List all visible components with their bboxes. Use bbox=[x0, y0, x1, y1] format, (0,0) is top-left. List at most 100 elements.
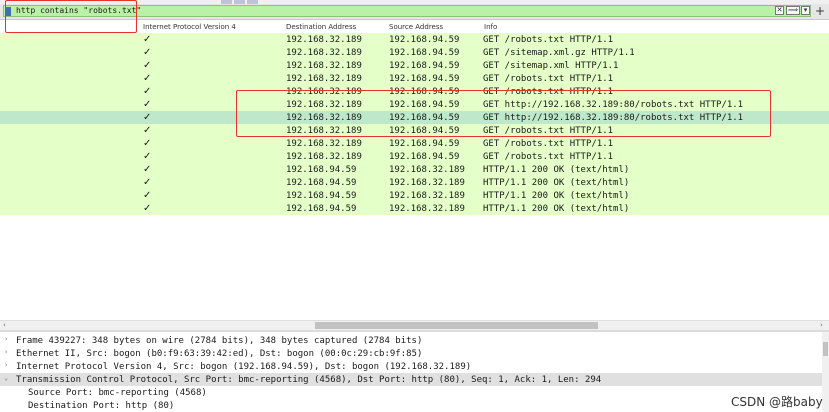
packet-row[interactable]: ✓ 192.168.32.189 192.168.94.59 GET /robots.… bbox=[0, 33, 829, 46]
destination-cell: 192.168.32.189 bbox=[286, 113, 362, 123]
check-icon: ✓ bbox=[143, 34, 152, 45]
detail-text: Ethernet II, Src: bogon (b0:f9:63:39:42:… bbox=[16, 349, 423, 359]
clear-filter-button[interactable]: ✕ bbox=[775, 6, 784, 15]
source-cell: 192.168.94.59 bbox=[389, 100, 460, 110]
watermark: CSDN @路baby bbox=[731, 395, 823, 409]
destination-cell: 192.168.32.189 bbox=[286, 61, 362, 71]
source-cell: 192.168.32.189 bbox=[389, 178, 465, 188]
destination-cell: 192.168.94.59 bbox=[286, 165, 357, 175]
detail-text: Source Port: bmc-reporting (4568) bbox=[28, 388, 207, 398]
info-cell: HTTP/1.1 200 OK (text/html) bbox=[483, 178, 630, 188]
scrollbar-thumb[interactable] bbox=[315, 322, 598, 329]
packet-row[interactable]: ✓ 192.168.32.189 192.168.94.59 GET /sitemap… bbox=[0, 46, 829, 59]
detail-text: Internet Protocol Version 4, Src: bogon … bbox=[16, 362, 472, 372]
source-cell: 192.168.94.59 bbox=[389, 48, 460, 58]
destination-cell: 192.168.32.189 bbox=[286, 126, 362, 136]
detail-text: Frame 439227: 348 bytes on wire (2784 bi… bbox=[16, 336, 423, 346]
check-icon: ✓ bbox=[143, 177, 152, 188]
chevron-right-icon[interactable]: › bbox=[4, 361, 8, 369]
check-icon: ✓ bbox=[143, 99, 152, 110]
info-cell: GET /robots.txt HTTP/1.1 bbox=[483, 126, 614, 136]
check-icon: ✓ bbox=[143, 112, 152, 123]
destination-cell: 192.168.32.189 bbox=[286, 35, 362, 45]
display-filter-input[interactable]: http contains "robots.txt" bbox=[3, 5, 811, 17]
packet-row[interactable]: ✓ 192.168.32.189 192.168.94.59 GET http://1… bbox=[0, 98, 829, 111]
chevron-down-icon: ▾ bbox=[803, 6, 808, 14]
source-cell: 192.168.94.59 bbox=[389, 126, 460, 136]
filter-text: http contains "robots.txt" bbox=[16, 6, 142, 15]
detail-text: Transmission Control Protocol, Src Port:… bbox=[16, 375, 602, 385]
check-icon: ✓ bbox=[143, 190, 152, 201]
filter-dropdown-button[interactable]: ▾ bbox=[801, 6, 810, 15]
display-filter-bar: http contains "robots.txt" ✕ ⟹ ▾ + bbox=[0, 4, 829, 20]
check-icon: ✓ bbox=[143, 60, 152, 71]
check-icon: ✓ bbox=[143, 86, 152, 97]
source-cell: 192.168.94.59 bbox=[389, 139, 460, 149]
info-cell: GET http://192.168.32.189:80/robots.txt … bbox=[483, 100, 744, 110]
add-filter-button[interactable]: + bbox=[815, 4, 825, 18]
info-cell: HTTP/1.1 200 OK (text/html) bbox=[483, 191, 630, 201]
column-header-source[interactable]: Source Address bbox=[389, 23, 443, 31]
info-cell: GET /sitemap.xml HTTP/1.1 bbox=[483, 61, 619, 71]
chevron-right-icon[interactable]: › bbox=[4, 348, 8, 356]
destination-cell: 192.168.32.189 bbox=[286, 100, 362, 110]
packet-list: ✓ 192.168.32.189 192.168.94.59 GET /robots.… bbox=[0, 33, 829, 215]
arrow-right-icon: ⟹ bbox=[787, 6, 799, 14]
bookmark-icon[interactable] bbox=[5, 7, 11, 16]
column-header-destination[interactable]: Destination Address bbox=[286, 23, 356, 31]
detail-tree-item[interactable]: ⌄ Transmission Control Protocol, Src Port… bbox=[0, 373, 825, 386]
info-cell: GET /robots.txt HTTP/1.1 bbox=[483, 87, 614, 97]
apply-filter-button[interactable]: ⟹ bbox=[786, 6, 800, 15]
destination-cell: 192.168.94.59 bbox=[286, 204, 357, 214]
packet-row[interactable]: ✓ 192.168.32.189 192.168.94.59 GET /robots.… bbox=[0, 85, 829, 98]
detail-tree-item[interactable]: Destination Port: http (80) bbox=[0, 399, 825, 412]
source-cell: 192.168.94.59 bbox=[389, 152, 460, 162]
horizontal-scrollbar[interactable]: ‹ › bbox=[0, 320, 829, 330]
vertical-scrollbar[interactable] bbox=[822, 332, 829, 412]
info-cell: HTTP/1.1 200 OK (text/html) bbox=[483, 204, 630, 214]
packet-row[interactable]: ✓ 192.168.32.189 192.168.94.59 GET /robots.… bbox=[0, 150, 829, 163]
destination-cell: 192.168.94.59 bbox=[286, 191, 357, 201]
check-icon: ✓ bbox=[143, 151, 152, 162]
packet-row[interactable]: ✓ 192.168.94.59 192.168.32.189 HTTP/1.1 200… bbox=[0, 176, 829, 189]
info-cell: GET /robots.txt HTTP/1.1 bbox=[483, 152, 614, 162]
info-cell: HTTP/1.1 200 OK (text/html) bbox=[483, 165, 630, 175]
source-cell: 192.168.94.59 bbox=[389, 74, 460, 84]
packet-row[interactable]: ✓ 192.168.94.59 192.168.32.189 HTTP/1.1 200… bbox=[0, 163, 829, 176]
check-icon: ✓ bbox=[143, 47, 152, 58]
detail-tree-item[interactable]: › Frame 439227: 348 bytes on wire (2784 b… bbox=[0, 334, 825, 347]
source-cell: 192.168.94.59 bbox=[389, 113, 460, 123]
scrollbar-thumb[interactable] bbox=[823, 342, 828, 356]
destination-cell: 192.168.32.189 bbox=[286, 87, 362, 97]
source-cell: 192.168.32.189 bbox=[389, 204, 465, 214]
detail-text: Destination Port: http (80) bbox=[28, 401, 175, 411]
packet-details-pane: › Frame 439227: 348 bytes on wire (2784 b… bbox=[0, 332, 829, 412]
packet-row[interactable]: ✓ 192.168.94.59 192.168.32.189 HTTP/1.1 200… bbox=[0, 202, 829, 215]
detail-tree-item[interactable]: Source Port: bmc-reporting (4568) bbox=[0, 386, 825, 399]
detail-tree-item[interactable]: › Ethernet II, Src: bogon (b0:f9:63:39:42… bbox=[0, 347, 825, 360]
chevron-down-icon[interactable]: ⌄ bbox=[4, 374, 8, 382]
column-header-ipv4[interactable]: Internet Protocol Version 4 bbox=[143, 23, 236, 31]
check-icon: ✓ bbox=[143, 138, 152, 149]
source-cell: 192.168.94.59 bbox=[389, 61, 460, 71]
scroll-left-icon[interactable]: ‹ bbox=[3, 321, 6, 330]
packet-row[interactable]: ✓ 192.168.32.189 192.168.94.59 GET http://1… bbox=[0, 111, 829, 124]
scroll-right-icon[interactable]: › bbox=[820, 321, 823, 330]
check-icon: ✓ bbox=[143, 203, 152, 214]
packet-row[interactable]: ✓ 192.168.32.189 192.168.94.59 GET /sitemap… bbox=[0, 59, 829, 72]
chevron-right-icon[interactable]: › bbox=[4, 335, 8, 343]
column-header-info[interactable]: Info bbox=[484, 23, 497, 31]
detail-tree-item[interactable]: › Internet Protocol Version 4, Src: bogon… bbox=[0, 360, 825, 373]
source-cell: 192.168.32.189 bbox=[389, 165, 465, 175]
info-cell: GET /robots.txt HTTP/1.1 bbox=[483, 74, 614, 84]
packet-row[interactable]: ✓ 192.168.32.189 192.168.94.59 GET /robots.… bbox=[0, 72, 829, 85]
info-cell: GET /sitemap.xml.gz HTTP/1.1 bbox=[483, 48, 635, 58]
packet-row[interactable]: ✓ 192.168.32.189 192.168.94.59 GET /robots.… bbox=[0, 137, 829, 150]
destination-cell: 192.168.94.59 bbox=[286, 178, 357, 188]
destination-cell: 192.168.32.189 bbox=[286, 48, 362, 58]
check-icon: ✓ bbox=[143, 164, 152, 175]
packet-row[interactable]: ✓ 192.168.32.189 192.168.94.59 GET /robots.… bbox=[0, 124, 829, 137]
info-cell: GET http://192.168.32.189:80/robots.txt … bbox=[483, 113, 744, 123]
check-icon: ✓ bbox=[143, 125, 152, 136]
packet-row[interactable]: ✓ 192.168.94.59 192.168.32.189 HTTP/1.1 200… bbox=[0, 189, 829, 202]
